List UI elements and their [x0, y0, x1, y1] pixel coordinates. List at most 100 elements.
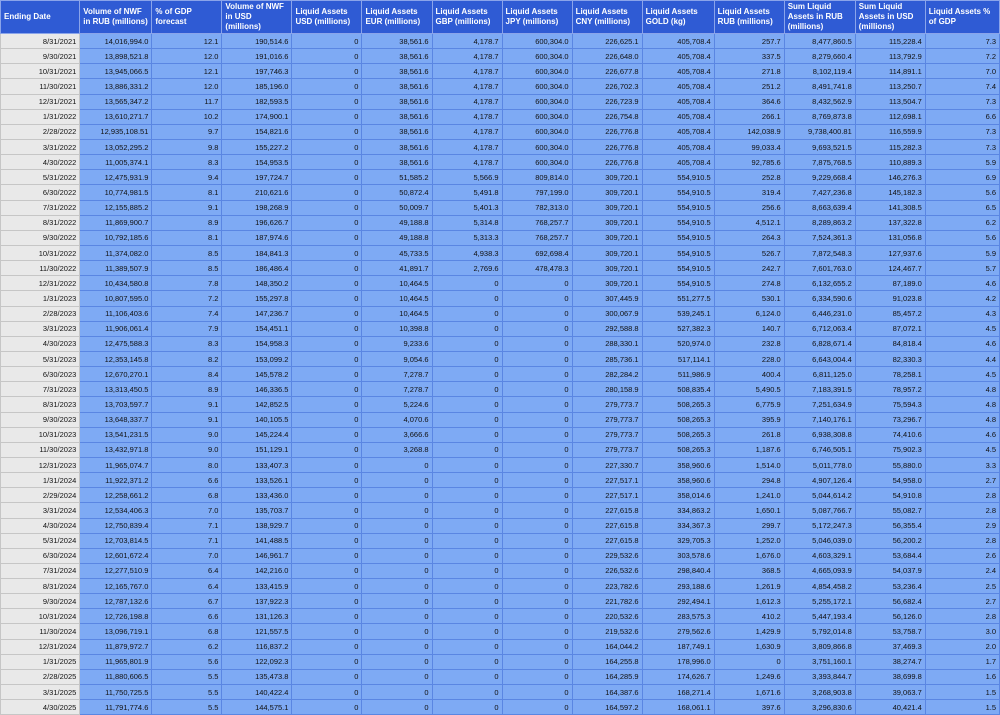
data-cell[interactable]: 4,512.1 — [713, 214, 785, 231]
data-cell[interactable]: 397.6 — [713, 699, 785, 715]
date-cell[interactable]: 10/31/2021 — [0, 63, 81, 80]
data-cell[interactable]: 7,278.7 — [361, 366, 433, 383]
date-cell[interactable]: 3/31/2024 — [0, 502, 81, 519]
data-cell[interactable]: 131,126.3 — [221, 608, 293, 625]
data-cell[interactable]: 5,490.5 — [713, 381, 785, 398]
data-cell[interactable]: 137,322.8 — [854, 214, 926, 231]
data-cell[interactable]: 285,736.1 — [571, 350, 643, 368]
data-cell[interactable]: 8,102,119.4 — [783, 63, 856, 80]
date-cell[interactable]: 3/31/2023 — [0, 320, 81, 337]
data-cell[interactable]: 768,257.7 — [501, 229, 573, 246]
data-cell[interactable]: 551,277.5 — [641, 290, 715, 307]
data-cell[interactable]: 4,178.7 — [431, 123, 503, 140]
data-cell[interactable]: 600,304.0 — [501, 108, 573, 125]
data-cell[interactable]: 155,227.2 — [221, 138, 293, 156]
data-cell[interactable]: 1,187.6 — [713, 441, 785, 458]
data-cell[interactable]: 511,986.9 — [641, 366, 715, 383]
data-cell[interactable]: 187,749.1 — [641, 638, 715, 655]
data-cell[interactable]: 0 — [501, 290, 573, 307]
data-cell[interactable]: 4,603,329.1 — [783, 547, 856, 564]
data-cell[interactable]: 12,670,270.1 — [79, 366, 153, 383]
data-cell[interactable]: 78,957.2 — [854, 381, 926, 398]
data-cell[interactable]: 0 — [501, 653, 573, 670]
date-cell[interactable]: 12/31/2023 — [0, 456, 81, 474]
data-cell[interactable]: 2.8 — [924, 502, 1000, 519]
data-cell[interactable]: 0 — [361, 638, 433, 655]
data-cell[interactable]: 5,172,247.3 — [783, 517, 856, 534]
data-cell[interactable]: 0 — [291, 608, 363, 625]
data-cell[interactable]: 2,769.6 — [431, 260, 503, 277]
data-cell[interactable]: 508,265.3 — [641, 426, 715, 443]
data-cell[interactable]: 6.7 — [151, 593, 223, 610]
data-cell[interactable]: 256.6 — [713, 199, 785, 216]
date-cell[interactable]: 4/30/2024 — [0, 517, 81, 534]
data-cell[interactable]: 7.3 — [924, 138, 1000, 156]
data-cell[interactable]: 198,268.9 — [221, 199, 293, 216]
data-cell[interactable]: 133,436.0 — [221, 487, 293, 504]
data-cell[interactable]: 309,720.1 — [571, 214, 643, 231]
data-cell[interactable]: 5,044,614.2 — [783, 487, 856, 504]
data-cell[interactable]: 227,615.8 — [571, 517, 643, 534]
data-cell[interactable]: 124,467.7 — [854, 260, 926, 277]
data-cell[interactable]: 5,792,014.8 — [783, 623, 856, 640]
data-cell[interactable]: 4,938.3 — [431, 244, 503, 262]
date-cell[interactable]: 8/31/2024 — [0, 578, 81, 595]
data-cell[interactable]: 3.3 — [924, 456, 1000, 474]
data-cell[interactable]: 279,562.6 — [641, 623, 715, 640]
data-cell[interactable]: 692,698.4 — [501, 244, 573, 262]
data-cell[interactable]: 40,421.4 — [854, 699, 926, 715]
date-cell[interactable]: 6/30/2023 — [0, 366, 81, 383]
data-cell[interactable]: 12.1 — [151, 63, 223, 80]
data-cell[interactable]: 38,561.6 — [361, 63, 433, 80]
data-cell[interactable]: 174,900.1 — [221, 108, 293, 125]
date-cell[interactable]: 8/31/2021 — [0, 32, 81, 50]
data-cell[interactable]: 39,063.7 — [854, 684, 926, 701]
data-cell[interactable]: 12.0 — [151, 78, 223, 95]
data-cell[interactable]: 7,278.7 — [361, 381, 433, 398]
data-cell[interactable]: 5.9 — [924, 244, 1000, 262]
data-cell[interactable]: 3,751,160.1 — [783, 653, 856, 670]
data-cell[interactable]: 3,393,844.7 — [783, 668, 856, 686]
data-cell[interactable]: 38,561.6 — [361, 48, 433, 65]
data-cell[interactable]: 0 — [431, 305, 503, 322]
data-cell[interactable]: 226,754.8 — [571, 108, 643, 125]
data-cell[interactable]: 554,910.5 — [641, 199, 715, 216]
data-cell[interactable]: 0 — [291, 335, 363, 352]
data-cell[interactable]: 232.8 — [713, 335, 785, 352]
data-cell[interactable]: 197,724.7 — [221, 169, 293, 186]
data-cell[interactable]: 4.8 — [924, 411, 1000, 428]
data-cell[interactable]: 133,526.1 — [221, 472, 293, 489]
data-cell[interactable]: 6.6 — [151, 472, 223, 489]
data-cell[interactable]: 0 — [291, 502, 363, 519]
data-cell[interactable]: 4.5 — [924, 320, 1000, 337]
date-cell[interactable]: 2/28/2022 — [0, 123, 81, 140]
data-cell[interactable]: 0 — [291, 229, 363, 246]
data-cell[interactable]: 405,708.4 — [641, 48, 715, 65]
date-cell[interactable]: 7/31/2022 — [0, 199, 81, 216]
data-cell[interactable]: 0 — [361, 562, 433, 580]
data-cell[interactable]: 11.7 — [151, 93, 223, 110]
data-cell[interactable]: 154,958.3 — [221, 335, 293, 352]
data-cell[interactable]: 0 — [291, 381, 363, 398]
data-cell[interactable]: 6,334,590.6 — [783, 290, 856, 307]
data-cell[interactable]: 527,382.3 — [641, 320, 715, 337]
data-cell[interactable]: 0 — [291, 199, 363, 216]
data-cell[interactable]: 0 — [291, 472, 363, 489]
date-cell[interactable]: 11/30/2021 — [0, 78, 81, 95]
date-cell[interactable]: 9/30/2022 — [0, 229, 81, 246]
data-cell[interactable]: 122,092.3 — [221, 653, 293, 670]
data-cell[interactable]: 600,304.0 — [501, 93, 573, 110]
data-cell[interactable]: 0 — [431, 441, 503, 458]
data-cell[interactable]: 6,132,655.2 — [783, 275, 856, 292]
data-cell[interactable]: 0 — [431, 623, 503, 640]
data-cell[interactable]: 0 — [431, 608, 503, 625]
data-cell[interactable]: 3,666.6 — [361, 426, 433, 443]
data-cell[interactable]: 600,304.0 — [501, 48, 573, 65]
data-cell[interactable]: 6,712,063.4 — [783, 320, 856, 337]
date-cell[interactable]: 11/30/2023 — [0, 441, 81, 458]
data-cell[interactable]: 4.5 — [924, 366, 1000, 383]
date-cell[interactable]: 10/31/2023 — [0, 426, 81, 443]
data-cell[interactable]: 358,960.6 — [641, 472, 715, 489]
data-cell[interactable]: 141,488.5 — [221, 532, 293, 549]
data-cell[interactable]: 226,648.0 — [571, 48, 643, 65]
